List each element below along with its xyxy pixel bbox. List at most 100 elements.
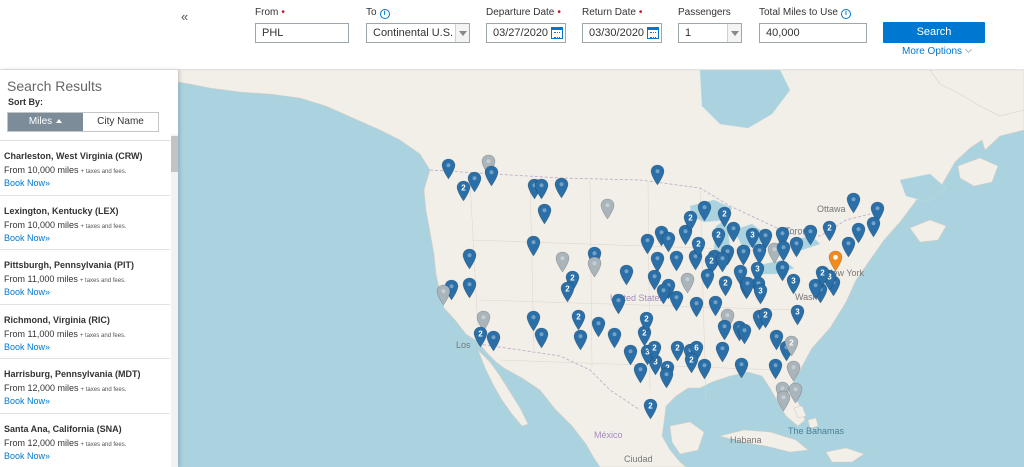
map-pin-icon[interactable]: [591, 316, 606, 338]
map-pin-icon[interactable]: [689, 296, 704, 318]
map-pin-icon[interactable]: [866, 216, 881, 238]
map-pin-icon[interactable]: [768, 358, 783, 380]
map-pin-icon[interactable]: [789, 236, 804, 258]
map-pin-icon[interactable]: [534, 327, 549, 349]
map-pin-icon[interactable]: [697, 200, 712, 222]
passengers-select[interactable]: 1: [678, 23, 742, 43]
map-pin-icon[interactable]: 2: [647, 340, 662, 362]
map-pin-icon[interactable]: 2: [718, 275, 733, 297]
map-pin-icon[interactable]: [726, 221, 741, 243]
map-pin-icon[interactable]: 3: [786, 273, 801, 295]
result-item[interactable]: Lexington, Kentucky (LEX) From 10,000 mil…: [0, 196, 170, 250]
result-city[interactable]: Lexington, Kentucky (LEX): [4, 206, 170, 216]
map-pin-icon[interactable]: [486, 330, 501, 352]
result-city[interactable]: Santa Ana, California (SNA): [4, 424, 170, 434]
result-item[interactable]: Pittsburgh, Pennsylvania (PIT) From 11,00…: [0, 250, 170, 305]
scrollbar-track[interactable]: [171, 134, 178, 467]
collapse-sidebar-icon[interactable]: «: [181, 9, 188, 24]
search-button[interactable]: Search: [883, 22, 985, 43]
return-date-input[interactable]: 03/30/2020: [582, 23, 662, 43]
map-pin-icon[interactable]: [462, 277, 477, 299]
result-item[interactable]: Charleston, West Virginia (CRW) From 10,0…: [0, 141, 170, 196]
book-now-link[interactable]: Book Now»: [4, 342, 170, 352]
map-pin-icon[interactable]: 3: [753, 283, 768, 305]
sort-city-name-button[interactable]: City Name: [83, 113, 158, 131]
result-city[interactable]: Pittsburgh, Pennsylvania (PIT): [4, 260, 170, 270]
map-pin-icon[interactable]: [717, 319, 732, 341]
map-pin-icon[interactable]: [441, 158, 456, 180]
map-pin-icon[interactable]: [534, 178, 549, 200]
book-now-link[interactable]: Book Now»: [4, 287, 170, 297]
calendar-icon[interactable]: [647, 27, 659, 39]
map-pin-icon[interactable]: 2: [758, 307, 773, 329]
map-pin-icon[interactable]: [611, 293, 626, 315]
map-pin-icon[interactable]: 2: [560, 281, 575, 303]
map-pin-icon[interactable]: [573, 329, 588, 351]
map-pin-icon[interactable]: [737, 323, 752, 345]
map-pin-icon[interactable]: [786, 360, 801, 382]
book-now-link[interactable]: Book Now»: [4, 451, 170, 461]
book-now-link[interactable]: Book Now»: [4, 396, 170, 406]
map-pin-icon[interactable]: [776, 390, 791, 412]
map-pin-icon[interactable]: [715, 341, 730, 363]
map-pin-icon[interactable]: [659, 367, 674, 389]
map-pin-icon[interactable]: [650, 164, 665, 186]
result-item[interactable]: Harrisburg, Pennsylvania (MDT) From 12,00…: [0, 359, 170, 414]
origin-pin-icon[interactable]: [828, 250, 843, 272]
map-pin-icon[interactable]: [462, 248, 477, 270]
departure-date-input[interactable]: 03/27/2020: [486, 23, 566, 43]
map-pin-icon[interactable]: 2: [643, 398, 658, 420]
map-pin-icon[interactable]: [715, 251, 730, 273]
sort-toggle: Miles City Name: [7, 112, 159, 132]
from-input[interactable]: PHL: [255, 23, 349, 43]
map-pin-icon[interactable]: [669, 250, 684, 272]
map-pin-icon[interactable]: [537, 203, 552, 225]
map-pin-icon[interactable]: [697, 358, 712, 380]
map-pin-icon[interactable]: [526, 235, 541, 257]
map-pin-icon[interactable]: 2: [639, 311, 654, 333]
map-pin-icon[interactable]: [803, 224, 818, 246]
map-pin-icon[interactable]: 2: [571, 309, 586, 331]
book-now-link[interactable]: Book Now»: [4, 233, 170, 243]
map-pin-icon[interactable]: [700, 268, 715, 290]
map-pin-icon[interactable]: [554, 177, 569, 199]
map-pin-icon[interactable]: [734, 357, 749, 379]
map-pin-icon[interactable]: [619, 264, 634, 286]
map-pin-icon[interactable]: 2: [683, 210, 698, 232]
map-pin-icon[interactable]: [846, 192, 861, 214]
more-options-link[interactable]: More Options: [902, 45, 973, 57]
map-pin-icon[interactable]: [436, 284, 451, 306]
info-icon[interactable]: i: [379, 9, 390, 19]
map-pin-icon[interactable]: 2: [822, 220, 837, 242]
info-icon[interactable]: i: [840, 9, 851, 19]
book-now-link[interactable]: Book Now»: [4, 178, 170, 188]
cluster-count: 3: [758, 287, 763, 296]
scrollbar-thumb[interactable]: [171, 136, 178, 172]
map-pin-icon[interactable]: 2: [456, 180, 471, 202]
result-city[interactable]: Charleston, West Virginia (CRW): [4, 151, 170, 161]
calendar-icon[interactable]: [551, 27, 563, 39]
map-pin-icon[interactable]: 2: [815, 265, 830, 287]
map-pin-icon[interactable]: [740, 276, 755, 298]
sort-miles-button[interactable]: Miles: [8, 113, 83, 131]
result-item[interactable]: Santa Ana, California (SNA) From 12,000 m…: [0, 414, 170, 467]
map-pin-icon[interactable]: [600, 198, 615, 220]
map-pin-icon[interactable]: [484, 165, 499, 187]
map-pin-icon[interactable]: [633, 362, 648, 384]
result-city[interactable]: Richmond, Virginia (RIC): [4, 315, 170, 325]
map-pin-icon[interactable]: [776, 240, 791, 262]
map-pin-icon[interactable]: 2: [691, 236, 706, 258]
map-pin-icon[interactable]: [769, 329, 784, 351]
result-item[interactable]: Richmond, Virginia (RIC) From 11,000 mile…: [0, 305, 170, 359]
map-pin-icon[interactable]: 3: [790, 304, 805, 326]
map-pin-icon[interactable]: [587, 256, 602, 278]
to-select[interactable]: Continental U.S.: [366, 23, 470, 43]
map-pin-icon[interactable]: [841, 236, 856, 258]
map-pin-icon[interactable]: [607, 327, 622, 349]
map-pin-icon[interactable]: [736, 244, 751, 266]
miles-input[interactable]: 40,000: [759, 23, 867, 43]
map-pin-icon[interactable]: [669, 290, 684, 312]
map-pin-icon[interactable]: 2: [784, 335, 799, 357]
result-city[interactable]: Harrisburg, Pennsylvania (MDT): [4, 369, 170, 379]
map-pin-icon[interactable]: 2: [684, 352, 699, 374]
